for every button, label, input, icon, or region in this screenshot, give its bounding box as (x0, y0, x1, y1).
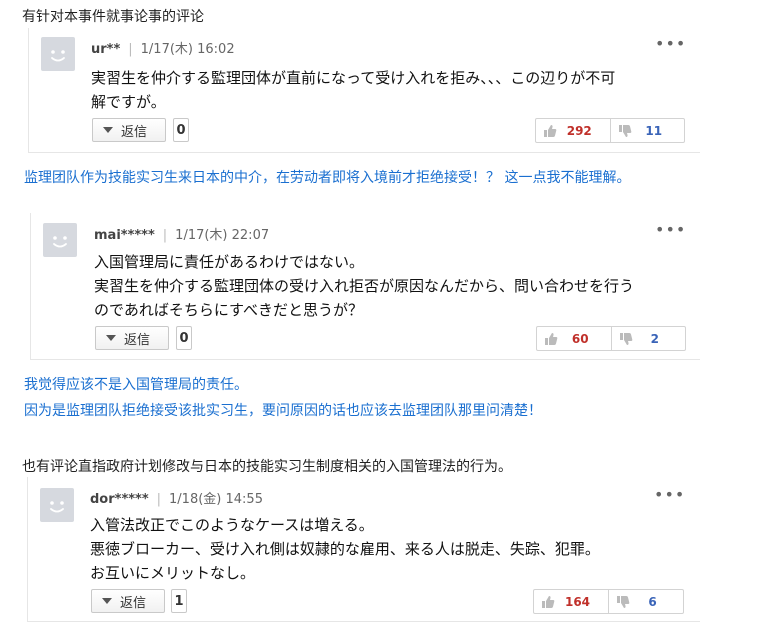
comment-card: dor***** | 1/18(金) 14:55 ••• 入管法改正でこのようなケー… (27, 477, 700, 622)
meta-separator: | (156, 492, 162, 507)
dislike-button[interactable]: 2 (612, 327, 686, 350)
reply-count: 0 (173, 118, 189, 142)
reply-count: 0 (176, 326, 192, 350)
avatar-icon[interactable] (41, 37, 75, 71)
dislike-button[interactable]: 6 (609, 590, 683, 613)
vote-group: 164 6 (533, 589, 684, 614)
vote-group: 60 2 (536, 326, 686, 351)
like-count: 60 (571, 331, 589, 346)
comment-date: 1/18(金) 14:55 (169, 492, 263, 507)
thumbs-up-icon (544, 124, 557, 137)
comment-meta: dor***** | 1/18(金) 14:55 (90, 488, 263, 507)
vote-group: 292 11 (535, 118, 685, 143)
translation-text: 因为是监理团队拒绝接受该批实习生，要问原因的话也应该去监理团队那里问清楚！ (24, 403, 542, 419)
like-count: 164 (564, 594, 591, 609)
thumbs-down-icon (617, 595, 630, 608)
comment-username[interactable]: dor***** (90, 492, 149, 507)
comment-card: ur** | 1/17(木) 16:02 ••• 実習生を仲介する監理団体が直前にな… (28, 28, 700, 153)
comment-line: のであればそちらにすべきだと思うが？ (94, 301, 363, 319)
like-button[interactable]: 292 (536, 119, 611, 142)
meta-separator: | (128, 42, 133, 57)
more-options-icon[interactable]: ••• (655, 220, 686, 239)
thumbs-down-icon (618, 124, 631, 137)
comment-username[interactable]: ur** (91, 42, 120, 57)
comment-line: お互いにメリットなし。 (90, 564, 256, 582)
translation-text: 监理团队作为技能实习生来日本的中介，在劳动者即将入境前才拒绝接受！？ 这一点我不… (24, 170, 631, 186)
comment-line: 悪徳ブローカー、受け入れ側は奴隷的な雇用、来る人は脱走、失踪、犯罪。 (90, 540, 600, 558)
comment-line: 実習生を仲介する監理団体の受け入れ拒否が原因なんだから、問い合わせを行う (94, 277, 635, 295)
comment-date: 1/17(木) 22:07 (175, 228, 270, 243)
comment-date: 1/17(木) 16:02 (140, 42, 235, 57)
comment-card: mai***** | 1/17(木) 22:07 ••• 入国管理局に責任があるわけ… (30, 213, 700, 360)
avatar-icon[interactable] (43, 223, 77, 257)
section-intro-text: 有针对本事件就事论事的评论 (22, 9, 204, 25)
comment-line: 実習生を仲介する監理団体が直前になって受け入れを拒み、、、この辺りが不可 (91, 69, 616, 87)
comment-body: 実習生を仲介する監理団体が直前になって受け入れを拒み、、、この辺りが不可 解です… (91, 66, 615, 114)
reply-button[interactable]: 返信 (95, 326, 169, 350)
more-options-icon[interactable]: ••• (655, 34, 686, 53)
reply-button[interactable]: 返信 (92, 118, 166, 142)
dislike-button[interactable]: 11 (611, 119, 685, 142)
dislike-count: 11 (645, 123, 663, 138)
thumbs-down-icon (619, 332, 632, 345)
comment-line: 入管法改正でこのようなケースは増える。 (90, 516, 374, 534)
comment-line: 解ですが。 (91, 93, 166, 111)
like-button[interactable]: 164 (534, 590, 609, 613)
comment-body: 入管法改正でこのようなケースは増える。 悪徳ブローカー、受け入れ側は奴隷的な雇用… (90, 513, 600, 585)
translation-text: 我觉得应该不是入国管理局的责任。 (24, 377, 248, 393)
dislike-count: 2 (650, 331, 659, 346)
like-count: 292 (566, 123, 592, 138)
comment-meta: mai***** | 1/17(木) 22:07 (94, 224, 269, 243)
reply-label: 返信 (124, 332, 151, 348)
like-button[interactable]: 60 (537, 327, 612, 350)
chevron-down-icon (102, 598, 112, 604)
reply-count: 1 (171, 589, 187, 613)
reply-button[interactable]: 返信 (91, 589, 165, 613)
chevron-down-icon (106, 335, 116, 341)
more-options-icon[interactable]: ••• (654, 485, 685, 504)
comment-meta: ur** | 1/17(木) 16:02 (91, 38, 235, 57)
chevron-down-icon (103, 127, 113, 133)
comment-line: 入国管理局に責任があるわけではない。 (94, 253, 365, 271)
thumbs-up-icon (542, 595, 555, 608)
comment-username[interactable]: mai***** (94, 228, 155, 243)
comment-body: 入国管理局に責任があるわけではない。 実習生を仲介する監理団体の受け入れ拒否が原… (94, 250, 634, 322)
dislike-count: 6 (648, 594, 657, 609)
thumbs-up-icon (545, 332, 558, 345)
section-intro-text: 也有评论直指政府计划修改与日本的技能实习生制度相关的入国管理法的行为。 (22, 459, 512, 475)
meta-separator: | (162, 228, 168, 243)
reply-label: 返信 (120, 595, 147, 611)
reply-label: 返信 (121, 124, 148, 140)
avatar-icon[interactable] (40, 488, 74, 522)
